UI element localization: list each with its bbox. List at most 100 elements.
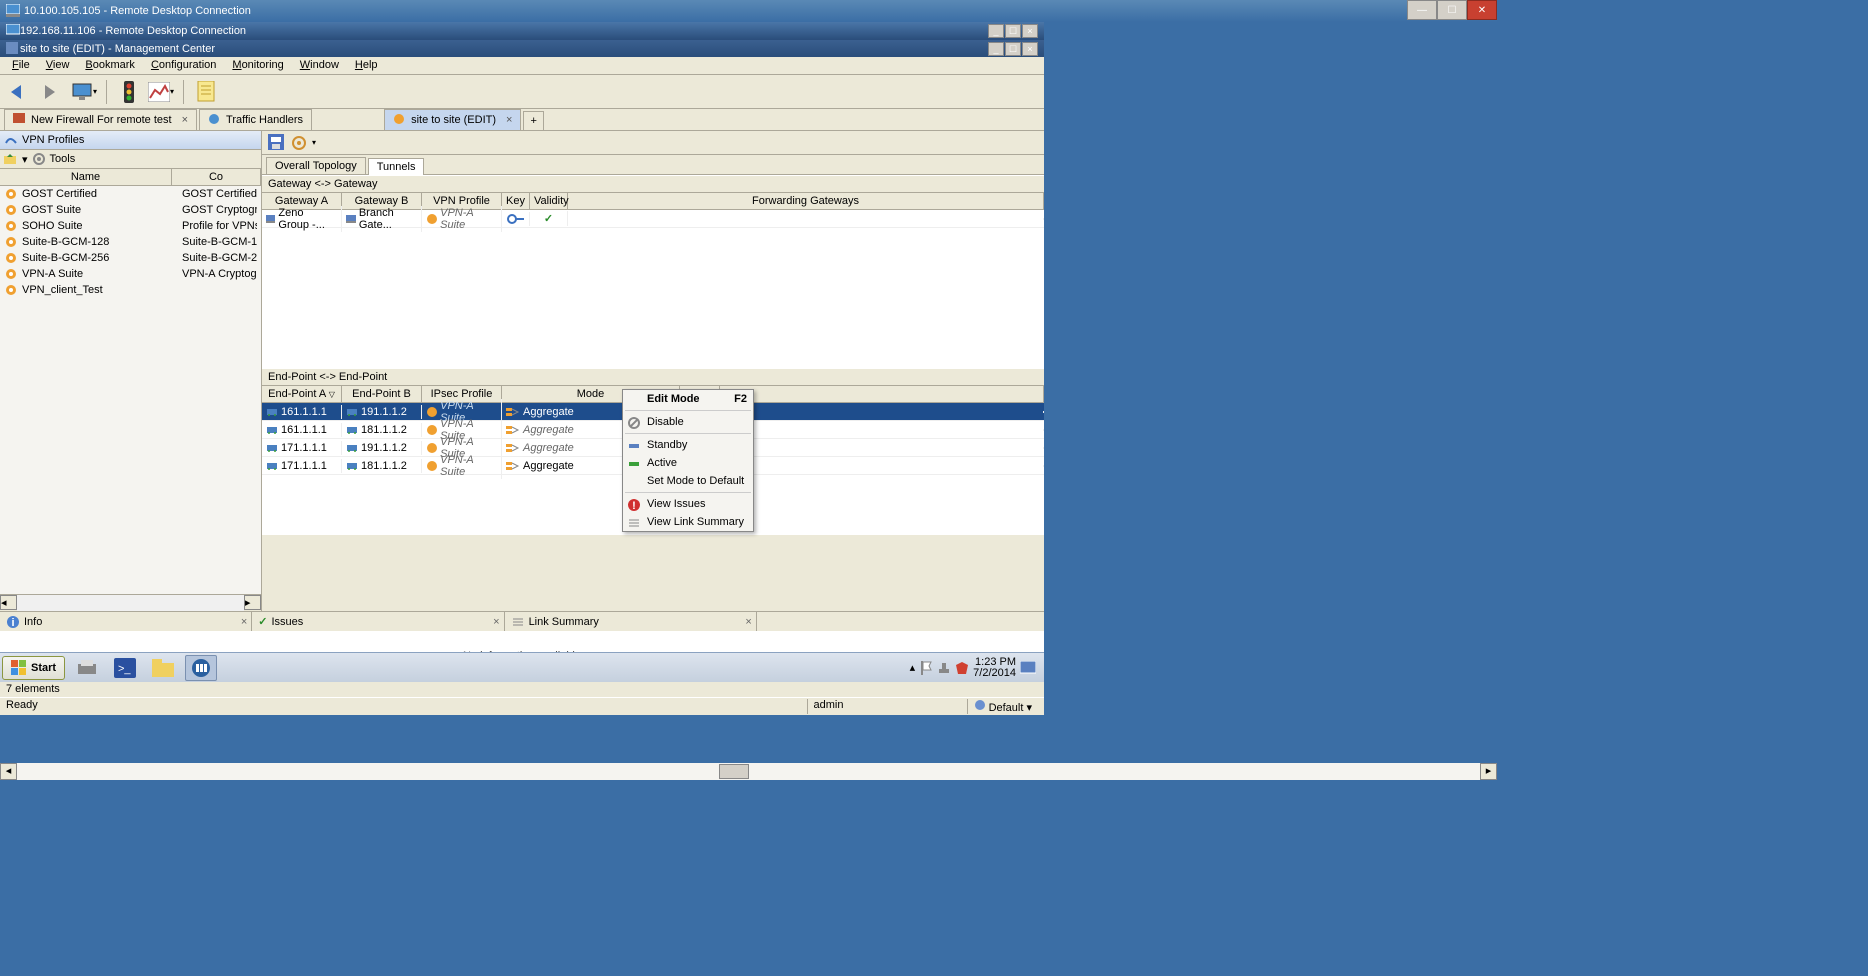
forward-button[interactable] <box>38 78 66 106</box>
bottom-tab-issues[interactable]: ✓Issues× <box>252 612 504 631</box>
gear-icon[interactable] <box>32 152 46 166</box>
network-tray-icon[interactable] <box>937 661 951 675</box>
tab-close-icon[interactable]: × <box>241 616 247 628</box>
col-endpoint-a[interactable]: End-Point A ▽ <box>262 386 342 402</box>
security-tray-icon[interactable] <box>955 661 969 675</box>
main-panel: ▾ Overall Topology Tunnels Gateway <-> G… <box>262 131 1044 611</box>
profile-icon <box>4 267 18 281</box>
settings-gear-icon[interactable] <box>290 134 308 152</box>
tab-close-icon[interactable]: × <box>745 616 751 628</box>
ctx-active[interactable]: Active <box>623 454 753 472</box>
tab-traffic[interactable]: Traffic Handlers <box>199 109 312 130</box>
vpn-profiles-icon <box>4 133 18 147</box>
app-titlebar: site to site (EDIT) - Management Center … <box>0 40 1044 57</box>
sidebar-item[interactable]: GOST CertifiedGOST Certified Cry <box>0 186 261 202</box>
gateway-section-header: Gateway <-> Gateway <box>262 175 1044 193</box>
document-tabs: New Firewall For remote test× Traffic Ha… <box>0 109 1044 131</box>
sidebar-item[interactable]: SOHO SuiteProfile for VPNs tha <box>0 218 261 234</box>
menu-window[interactable]: Window <box>294 59 345 72</box>
col-key[interactable]: Key <box>502 193 530 209</box>
start-button[interactable]: Start <box>2 656 65 680</box>
tab-close-icon[interactable]: × <box>506 114 512 126</box>
tab-firewall[interactable]: New Firewall For remote test× <box>4 109 197 130</box>
endpoint-section-header: End-Point <-> End-Point <box>262 368 1044 386</box>
windows-icon <box>11 660 27 676</box>
inner-min-button[interactable]: _ <box>988 24 1004 38</box>
menu-view[interactable]: View <box>40 59 76 72</box>
tools-label[interactable]: Tools <box>50 153 76 165</box>
taskbar-item-mgmt[interactable] <box>185 655 217 681</box>
dropdown-icon[interactable]: ▾ <box>22 153 28 166</box>
col-validity[interactable]: Validity <box>530 193 568 209</box>
context-menu: Edit ModeF2 Disable Standby Active Set M… <box>622 389 754 532</box>
col-endpoint-b[interactable]: End-Point B <box>342 386 422 402</box>
mgmt-icon <box>191 658 211 678</box>
taskbar-item-printer[interactable] <box>71 655 103 681</box>
tab-site-to-site[interactable]: site to site (EDIT)× <box>384 109 521 130</box>
vpn-icon <box>393 113 407 127</box>
gateway-row[interactable]: Zeno Group -...Branch Gate...VPN-A Suite… <box>262 210 1044 228</box>
sidebar-item[interactable]: Suite-B-GCM-128Suite-B-GCM-128 C <box>0 234 261 250</box>
tab-close-icon[interactable]: × <box>182 114 188 126</box>
status-default-dropdown[interactable]: Default ▾ <box>967 699 1039 714</box>
app-close-button[interactable]: × <box>1022 42 1038 56</box>
profile-icon <box>4 187 18 201</box>
tray-expand-icon[interactable]: ▴ <box>910 661 916 674</box>
maximize-button[interactable]: ☐ <box>1437 0 1467 20</box>
menu-file[interactable]: File <box>6 59 36 72</box>
flag-icon[interactable] <box>919 661 933 675</box>
ctx-edit-mode[interactable]: Edit ModeF2 <box>623 390 753 408</box>
disable-icon <box>627 416 641 430</box>
printer-icon <box>76 658 98 678</box>
menu-monitoring[interactable]: Monitoring <box>226 59 289 72</box>
notes-button[interactable] <box>192 78 220 106</box>
outer-hscroll[interactable]: ◂▸ <box>0 763 1497 780</box>
back-button[interactable] <box>6 78 34 106</box>
taskbar-item-powershell[interactable]: >_ <box>109 655 141 681</box>
tab-close-icon[interactable]: × <box>493 616 499 628</box>
bottom-tab-link[interactable]: Link Summary× <box>505 612 757 631</box>
sidebar-hscroll[interactable]: ◂▸ <box>0 594 261 611</box>
app-max-button[interactable]: ☐ <box>1005 42 1021 56</box>
app-min-button[interactable]: _ <box>988 42 1004 56</box>
taskbar-item-explorer[interactable] <box>147 655 179 681</box>
profile-icon <box>426 460 437 472</box>
close-button[interactable]: ✕ <box>1467 0 1497 20</box>
bottom-tab-info[interactable]: iInfo× <box>0 612 252 631</box>
menu-configuration[interactable]: Configuration <box>145 59 222 72</box>
sidebar-item[interactable]: GOST SuiteGOST Cryptograph <box>0 202 261 218</box>
svg-text:>_: >_ <box>118 663 131 675</box>
tab-tunnels[interactable]: Tunnels <box>368 158 425 175</box>
aggregate-icon <box>506 460 520 472</box>
traffic-icon <box>208 113 222 127</box>
endpoint-icon <box>346 406 358 418</box>
app-title-text: site to site (EDIT) - Management Center <box>20 43 215 55</box>
new-tab-button[interactable]: + <box>523 111 543 130</box>
chart-button[interactable]: ▾ <box>147 78 175 106</box>
ctx-set-default[interactable]: Set Mode to Default <box>623 472 753 490</box>
traffic-light-button[interactable] <box>115 78 143 106</box>
ctx-view-issues[interactable]: !View Issues <box>623 495 753 513</box>
col-forwarding[interactable]: Forwarding Gateways <box>568 193 1044 209</box>
sidebar-item[interactable]: VPN-A SuiteVPN-A Cryptograph <box>0 266 261 282</box>
ctx-disable[interactable]: Disable <box>623 413 753 431</box>
ctx-standby[interactable]: Standby <box>623 436 753 454</box>
statusbar-count: 7 elements <box>0 681 1044 697</box>
ctx-view-link[interactable]: View Link Summary <box>623 513 753 531</box>
sidebar-item[interactable]: VPN_client_Test <box>0 282 261 298</box>
menu-help[interactable]: Help <box>349 59 384 72</box>
tab-overall-topology[interactable]: Overall Topology <box>266 157 366 174</box>
tray-clock[interactable]: 1:23 PM7/2/2014 <box>973 657 1016 679</box>
inner-close-button[interactable]: × <box>1022 24 1038 38</box>
minimize-button[interactable]: — <box>1407 0 1437 20</box>
col-name[interactable]: Name <box>0 169 172 185</box>
sidebar-item[interactable]: Suite-B-GCM-256Suite-B-GCM-256 C <box>0 250 261 266</box>
menu-bookmark[interactable]: Bookmark <box>79 59 141 72</box>
up-folder-icon[interactable] <box>4 152 18 166</box>
show-desktop-icon[interactable] <box>1020 661 1036 675</box>
monitor-button[interactable]: ▾ <box>70 78 98 106</box>
inner-max-button[interactable]: ☐ <box>1005 24 1021 38</box>
col-comment[interactable]: Co <box>172 169 261 185</box>
bottom-tabs: iInfo× ✓Issues× Link Summary× <box>0 611 1044 631</box>
save-icon[interactable] <box>268 134 286 152</box>
